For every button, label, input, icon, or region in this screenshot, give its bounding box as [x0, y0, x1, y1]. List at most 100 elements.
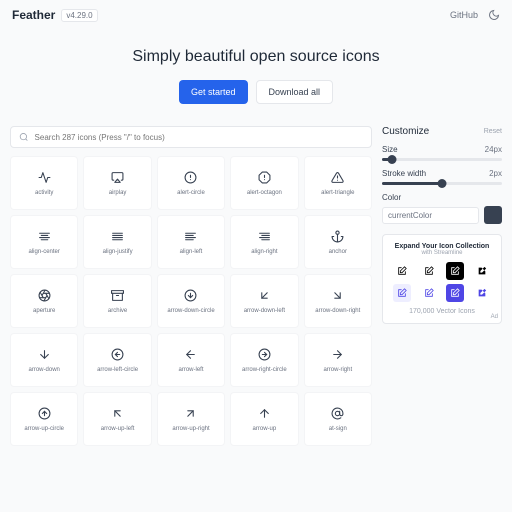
customize-title: Customize [382, 126, 429, 137]
arrow-up-icon [258, 407, 271, 420]
icon-label: arrow-down-right [315, 308, 360, 314]
reset-button[interactable]: Reset [484, 128, 502, 135]
icon-card-airplay[interactable]: airplay [83, 156, 151, 210]
at-sign-icon [331, 407, 344, 420]
promo-footer: 170,000 Vector Icons [391, 308, 493, 315]
page-title: Simply beautiful open source icons [0, 48, 512, 66]
stroke-value: 2px [489, 169, 502, 178]
icon-card-archive[interactable]: archive [83, 274, 151, 328]
icon-card-arrow-left-circle[interactable]: arrow-left-circle [83, 333, 151, 387]
size-slider[interactable] [382, 158, 502, 161]
ad-label: Ad [491, 314, 498, 320]
icon-label: align-left [180, 249, 203, 255]
activity-icon [38, 171, 51, 184]
icon-label: activity [35, 190, 53, 196]
icon-card-alert-circle[interactable]: alert-circle [157, 156, 225, 210]
color-label: Color [382, 193, 401, 202]
get-started-button[interactable]: Get started [179, 80, 248, 104]
icon-card-alert-triangle[interactable]: alert-triangle [304, 156, 372, 210]
icon-label: alert-circle [177, 190, 205, 196]
icon-card-activity[interactable]: activity [10, 156, 78, 210]
promo-icon [393, 262, 411, 280]
moon-icon[interactable] [488, 9, 500, 21]
stroke-slider[interactable] [382, 182, 502, 185]
align-center-icon [38, 230, 51, 243]
alert-triangle-icon [331, 171, 344, 184]
arrow-down-right-icon [331, 289, 344, 302]
icon-label: arrow-up-right [172, 426, 209, 432]
promo-icon [446, 262, 464, 280]
icon-label: aperture [33, 308, 55, 314]
alert-circle-icon [184, 171, 197, 184]
icon-card-at-sign[interactable]: at-sign [304, 392, 372, 446]
airplay-icon [111, 171, 124, 184]
alert-octagon-icon [258, 171, 271, 184]
search-box[interactable] [10, 126, 372, 148]
align-left-icon [184, 230, 197, 243]
icon-card-arrow-up-right[interactable]: arrow-up-right [157, 392, 225, 446]
icon-card-arrow-right[interactable]: arrow-right [304, 333, 372, 387]
icon-card-align-center[interactable]: align-center [10, 215, 78, 269]
icon-label: arrow-down-left [244, 308, 285, 314]
promo-icon [420, 262, 438, 280]
icon-label: arrow-right-circle [242, 367, 287, 373]
download-all-button[interactable]: Download all [256, 80, 334, 104]
icon-label: align-center [29, 249, 60, 255]
icon-card-arrow-up-circle[interactable]: arrow-up-circle [10, 392, 78, 446]
icon-label: align-justify [103, 249, 133, 255]
brand: Feather v4.29.0 [12, 8, 98, 22]
stroke-label: Stroke width [382, 169, 426, 178]
icon-card-arrow-down-left[interactable]: arrow-down-left [230, 274, 298, 328]
icon-card-arrow-down-circle[interactable]: arrow-down-circle [157, 274, 225, 328]
icon-label: arrow-up-circle [24, 426, 64, 432]
search-input[interactable] [35, 133, 363, 142]
icon-card-arrow-left[interactable]: arrow-left [157, 333, 225, 387]
icon-card-arrow-down[interactable]: arrow-down [10, 333, 78, 387]
promo-icon [446, 284, 464, 302]
icon-label: arrow-down [29, 367, 60, 373]
arrow-up-circle-icon [38, 407, 51, 420]
color-swatch[interactable] [484, 206, 502, 224]
icon-label: anchor [329, 249, 347, 255]
icon-card-anchor[interactable]: anchor [304, 215, 372, 269]
arrow-right-icon [331, 348, 344, 361]
color-input[interactable]: currentColor [382, 207, 479, 224]
icon-card-align-justify[interactable]: align-justify [83, 215, 151, 269]
icon-label: archive [108, 308, 127, 314]
icon-card-arrow-up-left[interactable]: arrow-up-left [83, 392, 151, 446]
aperture-icon [38, 289, 51, 302]
search-icon [19, 132, 29, 142]
anchor-icon [331, 230, 344, 243]
icon-card-aperture[interactable]: aperture [10, 274, 78, 328]
icon-label: at-sign [329, 426, 347, 432]
promo-icon [473, 262, 491, 280]
align-right-icon [258, 230, 271, 243]
icon-card-arrow-up[interactable]: arrow-up [230, 392, 298, 446]
size-value: 24px [485, 145, 502, 154]
arrow-up-right-icon [184, 407, 197, 420]
arrow-up-left-icon [111, 407, 124, 420]
github-link[interactable]: GitHub [450, 10, 478, 20]
version-badge: v4.29.0 [61, 9, 97, 22]
icon-label: arrow-right [323, 367, 352, 373]
icon-card-align-left[interactable]: align-left [157, 215, 225, 269]
icon-card-arrow-down-right[interactable]: arrow-down-right [304, 274, 372, 328]
promo-card[interactable]: Expand Your Icon Collection with Streaml… [382, 234, 502, 324]
brand-name: Feather [12, 8, 55, 22]
promo-icon [393, 284, 411, 302]
arrow-down-icon [38, 348, 51, 361]
size-label: Size [382, 145, 398, 154]
icon-card-alert-octagon[interactable]: alert-octagon [230, 156, 298, 210]
icon-label: arrow-left-circle [97, 367, 138, 373]
icon-label: alert-octagon [247, 190, 282, 196]
icon-card-align-right[interactable]: align-right [230, 215, 298, 269]
archive-icon [111, 289, 124, 302]
icon-label: arrow-up [253, 426, 277, 432]
icon-card-arrow-right-circle[interactable]: arrow-right-circle [230, 333, 298, 387]
icon-label: align-right [251, 249, 277, 255]
icon-label: alert-triangle [321, 190, 354, 196]
icon-label: arrow-left [178, 367, 203, 373]
promo-title: Expand Your Icon Collection [391, 243, 493, 250]
align-justify-icon [111, 230, 124, 243]
arrow-left-circle-icon [111, 348, 124, 361]
